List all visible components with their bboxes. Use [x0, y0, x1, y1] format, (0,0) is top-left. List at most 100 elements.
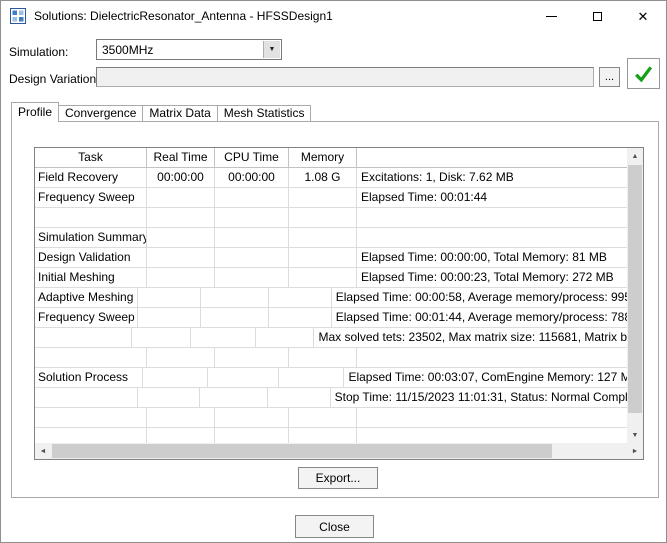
- minimize-icon: [546, 16, 557, 17]
- vertical-scrollbar-thumb[interactable]: [628, 165, 642, 413]
- combo-dropdown-button[interactable]: ▼: [263, 41, 280, 58]
- titlebar[interactable]: Solutions: DielectricResonator_Antenna -…: [1, 1, 666, 31]
- table-row[interactable]: Frequency Sweep Elapsed Time: 00:01:44, A…: [35, 308, 627, 328]
- table-row[interactable]: Initial MeshingElapsed Time: 00:00:23, T…: [35, 268, 627, 288]
- table-cell: [215, 428, 289, 443]
- table-cell: [138, 308, 201, 327]
- chevron-down-icon: ▼: [269, 46, 276, 53]
- table-cell: [35, 408, 147, 427]
- close-dialog-button[interactable]: Close: [295, 515, 374, 538]
- close-icon: ✕: [638, 10, 649, 23]
- table-cell: Design Validation: [35, 248, 147, 267]
- table-cell: [269, 288, 332, 307]
- table-cell: [147, 188, 215, 207]
- table-cell: [147, 228, 215, 247]
- window-title: Solutions: DielectricResonator_Antenna -…: [34, 9, 528, 23]
- table-cell: [357, 408, 627, 427]
- table-cell: [143, 368, 208, 387]
- table-cell: [268, 388, 330, 407]
- table-row[interactable]: Frequency Sweep Elapsed Time: 00:01:44: [35, 188, 627, 208]
- table-row[interactable]: [35, 208, 627, 228]
- scroll-left-icon[interactable]: ◄: [35, 443, 51, 459]
- table-cell: Elapsed Time: 00:01:44: [357, 188, 627, 207]
- tab-label: Mesh Statistics: [224, 106, 305, 120]
- table-cell: [208, 368, 279, 387]
- table-row[interactable]: Max solved tets: 23502, Max matrix size:…: [35, 328, 627, 348]
- design-variation-label: Design Variation:: [9, 72, 100, 86]
- table-cell: [147, 428, 215, 443]
- table-cell: Elapsed Time: 00:01:44, Average memory/p…: [332, 308, 627, 327]
- table-row[interactable]: Solution ProcessElapsed Time: 00:03:07, …: [35, 368, 627, 388]
- table-cell: Elapsed Time: 00:03:07, ComEngine Memory…: [344, 368, 627, 387]
- column-header-memory[interactable]: Memory: [289, 148, 357, 167]
- table-cell: Excitations: 1, Disk: 7.62 MB: [357, 168, 627, 187]
- profile-table: Task Real Time CPU Time Memory Field Rec…: [34, 147, 644, 460]
- table-cell: [201, 308, 269, 327]
- table-cell: [35, 428, 147, 443]
- column-header-info[interactable]: [357, 148, 627, 167]
- table-cell: [35, 348, 147, 367]
- tab-strip: Profile Convergence Matrix Data Mesh Sta…: [11, 102, 311, 122]
- table-row[interactable]: [35, 428, 627, 443]
- close-window-button[interactable]: ✕: [620, 1, 666, 31]
- table-cell: [357, 228, 627, 247]
- minimize-button[interactable]: [528, 1, 574, 31]
- table-cell: [279, 368, 344, 387]
- table-cell: Adaptive Meshing: [35, 288, 138, 307]
- table-cell: [201, 288, 269, 307]
- table-cell: [35, 388, 138, 407]
- table-row[interactable]: Adaptive Meshing Elapsed Time: 00:00:58, …: [35, 288, 627, 308]
- table-cell: [289, 248, 357, 267]
- table-cell: [357, 208, 627, 227]
- table-cell: [215, 228, 289, 247]
- maximize-button[interactable]: [574, 1, 620, 31]
- table-row[interactable]: Design Validation Elapsed Time: 00:00:00,…: [35, 248, 627, 268]
- tab-convergence[interactable]: Convergence: [58, 105, 143, 122]
- horizontal-scrollbar[interactable]: ◄ ►: [35, 443, 643, 459]
- table-cell: Initial Meshing: [35, 268, 147, 287]
- column-header-cpu-time[interactable]: CPU Time: [215, 148, 289, 167]
- table-cell: Elapsed Time: 00:00:58, Average memory/p…: [332, 288, 627, 307]
- table-cell: Field Recovery: [35, 168, 147, 187]
- table-cell: Elapsed Time: 00:00:00, Total Memory: 81…: [357, 248, 627, 267]
- table-cell: Max solved tets: 23502, Max matrix size:…: [314, 328, 627, 347]
- export-button[interactable]: Export...: [298, 467, 378, 489]
- tab-profile[interactable]: Profile: [11, 102, 59, 122]
- tab-mesh-statistics[interactable]: Mesh Statistics: [217, 105, 312, 122]
- tab-matrix-data[interactable]: Matrix Data: [142, 105, 217, 122]
- column-header-real-time[interactable]: Real Time: [147, 148, 215, 167]
- profile-tab-page: Task Real Time CPU Time Memory Field Rec…: [11, 121, 659, 498]
- table-row[interactable]: Stop Time: 11/15/2023 11:01:31, Status: …: [35, 388, 627, 408]
- table-cell: 00:00:00: [147, 168, 215, 187]
- table-cell: [289, 348, 357, 367]
- horizontal-scrollbar-thumb[interactable]: [52, 444, 552, 458]
- table-row[interactable]: Field Recovery00:00:0000:00:001.08 GExci…: [35, 168, 627, 188]
- table-cell: [289, 268, 357, 287]
- table-cell: Frequency Sweep: [35, 308, 138, 327]
- solutions-dialog: Solutions: DielectricResonator_Antenna -…: [0, 0, 667, 543]
- window-controls: ✕: [528, 1, 666, 31]
- table-row[interactable]: [35, 348, 627, 368]
- table-header-row: Task Real Time CPU Time Memory: [35, 148, 627, 168]
- table-row[interactable]: Simulation Summary: [35, 228, 627, 248]
- scroll-up-icon[interactable]: ▲: [627, 148, 643, 164]
- scroll-right-icon[interactable]: ►: [627, 443, 643, 459]
- table-cell: [132, 328, 191, 347]
- simulation-label: Simulation:: [9, 45, 68, 59]
- apply-check-button[interactable]: [627, 58, 660, 89]
- table-row[interactable]: [35, 408, 627, 428]
- table-cell: [35, 328, 132, 347]
- table-cell: [215, 408, 289, 427]
- simulation-combobox[interactable]: 3500MHz ▼: [96, 39, 282, 60]
- design-variation-field[interactable]: [96, 67, 594, 87]
- tab-label: Matrix Data: [149, 106, 210, 120]
- scroll-down-icon[interactable]: ▼: [627, 427, 643, 443]
- browse-button[interactable]: ...: [599, 67, 620, 87]
- table-cell: [357, 428, 627, 443]
- table-cell: Frequency Sweep: [35, 188, 147, 207]
- table-cell: [256, 328, 315, 347]
- column-header-task[interactable]: Task: [35, 148, 147, 167]
- vertical-scrollbar[interactable]: ▲ ▼: [627, 148, 643, 443]
- table-cell: [138, 388, 200, 407]
- table-cell: [138, 288, 201, 307]
